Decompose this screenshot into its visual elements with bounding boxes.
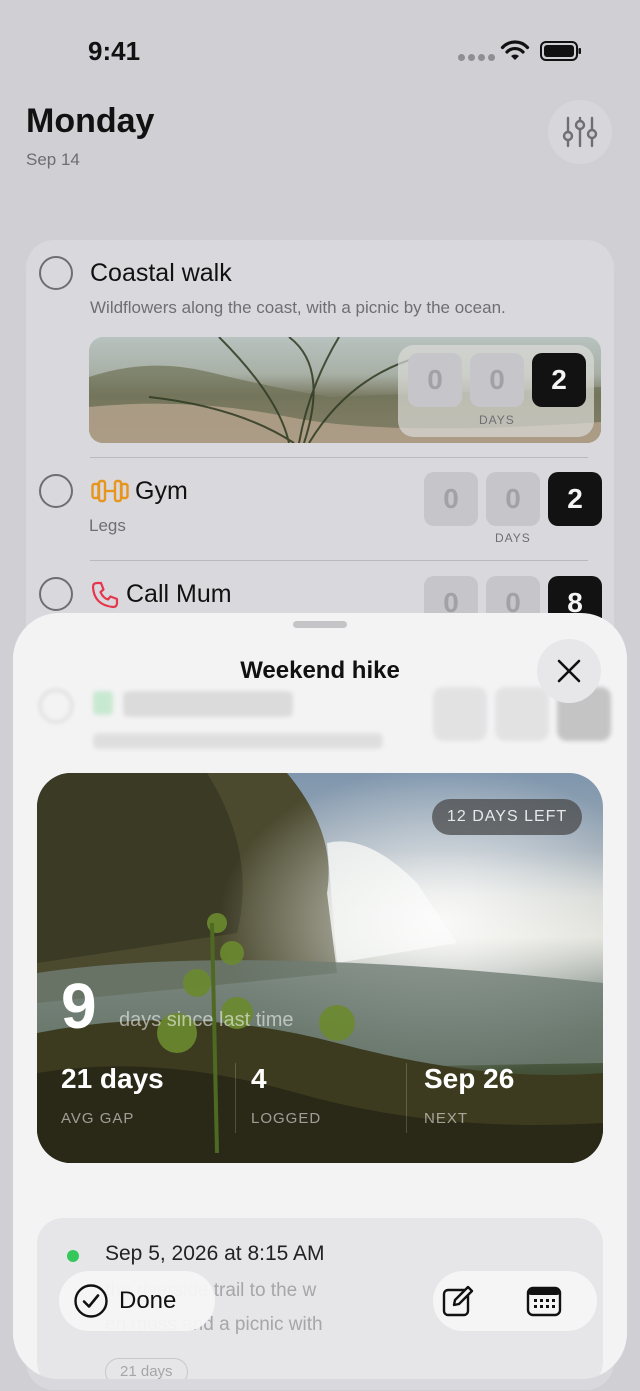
item-title[interactable]: Coastal walk [90,259,232,288]
wifi-icon [500,40,530,60]
complete-checkbox[interactable] [39,256,73,290]
stat-label: LOGGED [251,1110,322,1127]
stat-value: Sep 26 [424,1063,515,1094]
item-subtitle: Wildflowers along the coast, with a picn… [90,298,506,317]
days-since-value: 9 [61,970,97,1042]
counter-digit: 0 [408,353,462,407]
counter-digit: 0 [470,353,524,407]
action-button-group [433,1271,597,1331]
stat-value: 21 days [61,1063,164,1094]
log-date: Sep 5, 2026 at 8:15 AM [105,1242,325,1265]
days-left-badge: 12 DAYS LEFT [432,799,583,835]
gap-chip: 21 days [105,1358,188,1379]
phone-icon [91,581,119,609]
days-since-label: days since last time [119,1009,294,1031]
detail-sheet: Weekend hike 12 DAYS LEFT 9 days since l… [13,613,627,1379]
hero-photo-card: 12 DAYS LEFT 9 days since last time 21 d… [37,773,603,1163]
close-icon [557,659,581,683]
edit-icon[interactable] [441,1284,475,1318]
complete-checkbox[interactable] [39,474,73,508]
sheet-grabber[interactable] [293,621,347,628]
divider [90,560,588,561]
battery-icon [540,41,581,61]
stat-label: AVG GAP [61,1110,135,1127]
counter-caption: DAYS [479,413,515,427]
calendar-icon[interactable] [526,1284,562,1318]
status-dot [67,1250,79,1262]
counter-digit: 2 [532,353,586,407]
stat-label: NEXT [424,1110,469,1127]
filter-button[interactable] [548,100,612,164]
page-title: Monday [26,102,155,140]
counter-digit: 0 [486,472,540,526]
done-button[interactable]: Done [59,1271,215,1331]
item-title[interactable]: Gym [135,477,188,506]
stat-divider [406,1063,407,1133]
countdown-counter: 0 0 2 [424,472,602,526]
item-subtitle: Legs [89,516,126,535]
counter-digit: 0 [424,472,478,526]
item-title[interactable]: Call Mum [126,580,232,609]
dumbbell-icon [91,479,129,503]
signal-icon [458,54,495,62]
complete-checkbox[interactable] [39,577,73,611]
stat-value: 4 [251,1063,267,1094]
counter-digit: 2 [548,472,602,526]
stat-divider [235,1063,236,1133]
countdown-counter: 0 0 2 [408,353,586,407]
sheet-title: Weekend hike [240,657,400,684]
sliders-icon [562,116,598,148]
checkmark-circle-icon [74,1284,108,1318]
status-bar: 9:41 [0,0,640,100]
page-date: Sep 14 [26,150,80,169]
divider [90,457,588,458]
close-button[interactable] [537,639,601,703]
counter-caption: DAYS [495,531,531,545]
done-label: Done [119,1287,177,1314]
status-time: 9:41 [88,36,141,66]
